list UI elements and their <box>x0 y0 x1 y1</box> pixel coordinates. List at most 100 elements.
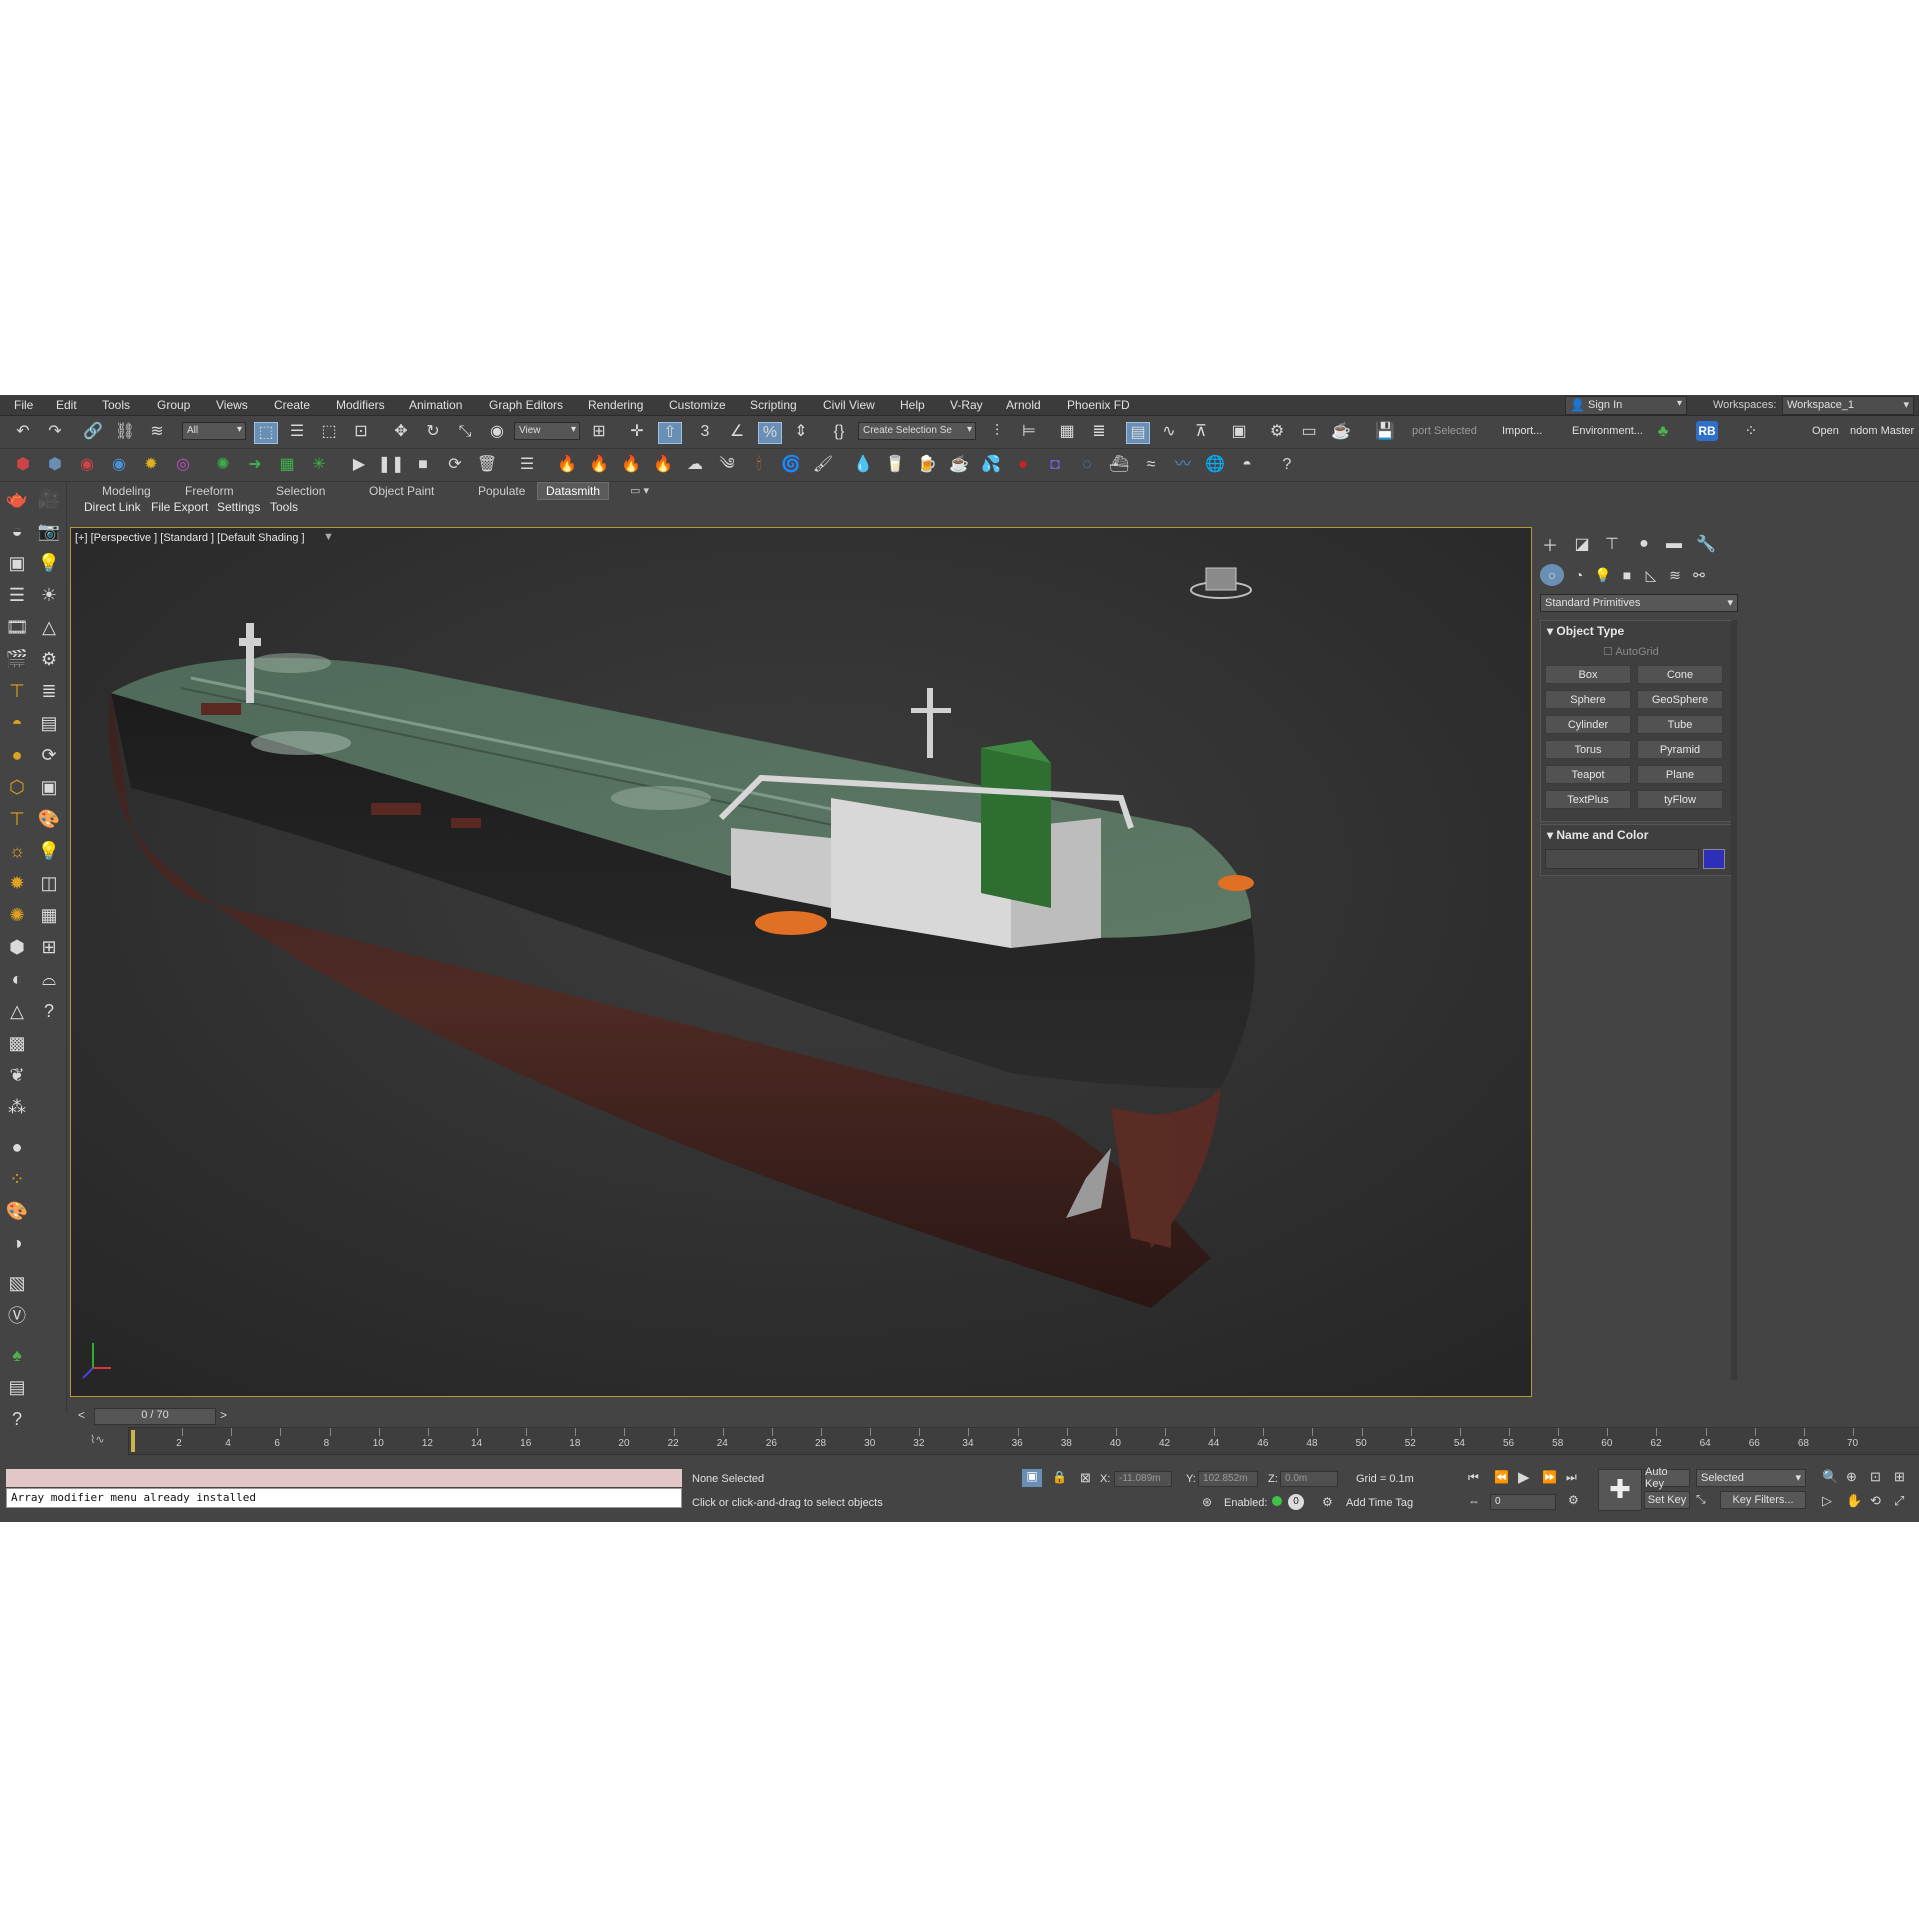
motion-tab-icon[interactable]: ● <box>1631 532 1657 556</box>
bind-spacewarp-icon[interactable]: ≋ <box>146 422 168 442</box>
selection-filter-select[interactable]: All <box>182 422 246 440</box>
document-icon[interactable]: ▤ <box>36 710 62 736</box>
ship-wave-icon[interactable]: ⛴ <box>1108 455 1130 475</box>
object-category-select[interactable]: Standard Primitives <box>1540 594 1738 612</box>
fire4-icon[interactable]: 🔥 <box>652 455 674 475</box>
burst-icon[interactable]: ✳ <box>308 455 330 475</box>
glass-icon[interactable]: 🥛 <box>884 455 906 475</box>
cameras-icon[interactable]: ■ <box>1615 564 1639 586</box>
teapot-button[interactable]: Teapot <box>1545 765 1631 784</box>
material-multi-icon[interactable]: ⁘ <box>4 1166 30 1192</box>
menu-tools[interactable]: Tools <box>102 398 130 412</box>
key-filters-button[interactable]: Key Filters... <box>1720 1491 1806 1509</box>
pyramid-button[interactable]: Pyramid <box>1637 740 1723 759</box>
waves-icon[interactable]: 〰 <box>1172 455 1194 475</box>
stop-icon[interactable]: ■ <box>412 455 434 475</box>
fire-icon[interactable]: 🔥 <box>556 455 578 475</box>
orbit-icon[interactable]: ⟲ <box>1870 1493 1881 1509</box>
viewport-label[interactable]: [+] [Perspective ] [Standard ] [Default … <box>75 532 305 544</box>
workspace-select[interactable]: Workspace_1 ▾ <box>1782 396 1914 415</box>
globe-icon[interactable]: 🌐 <box>1204 455 1226 475</box>
dome-icon[interactable]: ◒ <box>4 518 30 544</box>
bulb-icon[interactable]: 💡 <box>36 550 62 576</box>
sphere-icon[interactable]: ◐ <box>4 966 30 992</box>
select-object-icon[interactable]: ⬚ <box>254 422 278 444</box>
render-setup-icon[interactable]: ⚙ <box>1266 422 1288 442</box>
measure-icon[interactable]: △ <box>4 998 30 1024</box>
perspective-viewport[interactable]: [+] [Perspective ] [Standard ] [Default … <box>70 527 1532 1397</box>
tab-object-paint[interactable]: Object Paint <box>369 484 434 498</box>
systems-icon[interactable]: ⚯ <box>1687 564 1711 586</box>
menu-animation[interactable]: Animation <box>409 398 462 412</box>
next-frame-icon[interactable]: > <box>220 1408 227 1422</box>
splash-icon[interactable]: 💦 <box>980 455 1002 475</box>
cone-button[interactable]: Cone <box>1637 665 1723 684</box>
vortex-icon[interactable]: ◌ <box>1076 455 1098 475</box>
track-area[interactable]: 2 4 6 8 10 12 14 16 18 20 22 24 26 28 30 32 34 36 38 40 42 44… <box>128 1427 1919 1455</box>
fur-icon[interactable]: ✺ <box>212 455 234 475</box>
maximize-viewport-icon[interactable]: ⤢ <box>1894 1493 1904 1509</box>
fx-icon[interactable]: ▩ <box>4 1030 30 1056</box>
wind-icon[interactable]: ༄ <box>716 455 738 475</box>
plane-button[interactable]: Plane <box>1637 765 1723 784</box>
menu-group[interactable]: Group <box>157 398 190 412</box>
curve-toggle-icon[interactable]: ⌇∿ <box>90 1433 105 1446</box>
list-icon[interactable]: ☰ <box>516 455 538 475</box>
cylinder-button[interactable]: Cylinder <box>1545 715 1631 734</box>
track-bar[interactable]: ⌇∿ 2 4 6 8 10 12 14 16 18 20 22 24 26 28 30 32 34 36 38 40 4… <box>74 1427 1919 1461</box>
hierarchy-tab-icon[interactable]: ⊤ <box>1599 532 1625 556</box>
adaptive-degradation-icon[interactable]: ⊛ <box>1202 1495 1212 1509</box>
undo-icon[interactable]: ↶ <box>12 422 34 442</box>
pause-icon[interactable]: ❚❚ <box>378 455 405 475</box>
hat-icon[interactable]: ⌓ <box>36 966 62 992</box>
goto-end-icon[interactable]: ⏭ <box>1566 1470 1577 1485</box>
placement-icon[interactable]: ◉ <box>486 422 508 442</box>
brush-icon[interactable]: 🖌 <box>812 455 834 475</box>
curve-editor-icon[interactable]: ∿ <box>1158 422 1180 442</box>
ambient-light-icon[interactable]: ☼ <box>4 838 30 864</box>
smoke-icon[interactable]: ☁ <box>684 455 706 475</box>
goto-start-icon[interactable]: ⏮ <box>1468 1470 1479 1485</box>
ies-light-icon[interactable]: ⊤ <box>4 806 30 832</box>
object-type-header[interactable]: ▾ Object Type <box>1541 621 1731 641</box>
create-tab-icon[interactable]: ＋ <box>1537 532 1563 556</box>
help-circle-icon[interactable]: ? <box>36 998 62 1024</box>
open-button[interactable]: Open <box>1812 425 1839 437</box>
torus-button[interactable]: Torus <box>1545 740 1631 759</box>
menu-phoenix-fd[interactable]: Phoenix FD <box>1067 398 1130 412</box>
set-keys-icon[interactable]: ✚ <box>1598 1469 1642 1511</box>
save2-icon[interactable]: ▦ <box>36 902 62 928</box>
scatter-icon[interactable]: ⁂ <box>4 1094 30 1120</box>
cone-light-icon[interactable]: △ <box>36 614 62 640</box>
mesh-light-icon[interactable]: ⬡ <box>4 774 30 800</box>
x-coordinate-field[interactable]: -11.089m <box>1114 1471 1172 1487</box>
zoom-extents-all-icon[interactable]: ⊞ <box>1894 1469 1905 1485</box>
object-color-swatch[interactable] <box>1703 849 1725 869</box>
spotlight-icon[interactable]: ⊤ <box>4 678 30 704</box>
angle-snap-icon[interactable]: ∠ <box>726 422 748 442</box>
cube-icon[interactable]: ◘ <box>1044 455 1066 475</box>
time-cursor[interactable] <box>131 1430 135 1452</box>
viewcube[interactable] <box>1205 567 1237 591</box>
render-cam-icon[interactable]: 🎬 <box>4 646 30 672</box>
list-icon[interactable]: ≣ <box>36 678 62 704</box>
dome-light-icon[interactable]: ◓ <box>4 710 30 736</box>
menu-edit[interactable]: Edit <box>56 398 77 412</box>
link-icon[interactable]: 🔗 <box>82 422 104 442</box>
teapot-icon[interactable]: 🫖 <box>4 486 30 512</box>
ball-icon[interactable]: ● <box>1012 455 1034 475</box>
z-coordinate-field[interactable]: 0.0m <box>1280 1471 1338 1487</box>
zoom-icon[interactable]: 🔍 <box>1822 1469 1838 1485</box>
frame2-icon[interactable]: ▣ <box>36 774 62 800</box>
utilities-tab-icon[interactable]: 🔧 <box>1693 532 1719 556</box>
maxscript-output[interactable]: Array modifier menu already installed <box>6 1488 682 1508</box>
proxy-object-icon[interactable]: ⬢ <box>44 455 66 475</box>
menu-modifiers[interactable]: Modifiers <box>336 398 385 412</box>
tab-modeling[interactable]: Modeling <box>102 484 151 498</box>
ribbon-settings[interactable]: Settings <box>217 500 260 514</box>
tab-selection[interactable]: Selection <box>276 484 325 498</box>
autogrid-checkbox[interactable]: ☐ AutoGrid <box>1603 645 1659 658</box>
rotate-icon[interactable]: ↻ <box>422 422 444 442</box>
zoom-extents-icon[interactable]: ⊡ <box>1870 1469 1881 1485</box>
water-icon[interactable]: 💧 <box>852 455 874 475</box>
